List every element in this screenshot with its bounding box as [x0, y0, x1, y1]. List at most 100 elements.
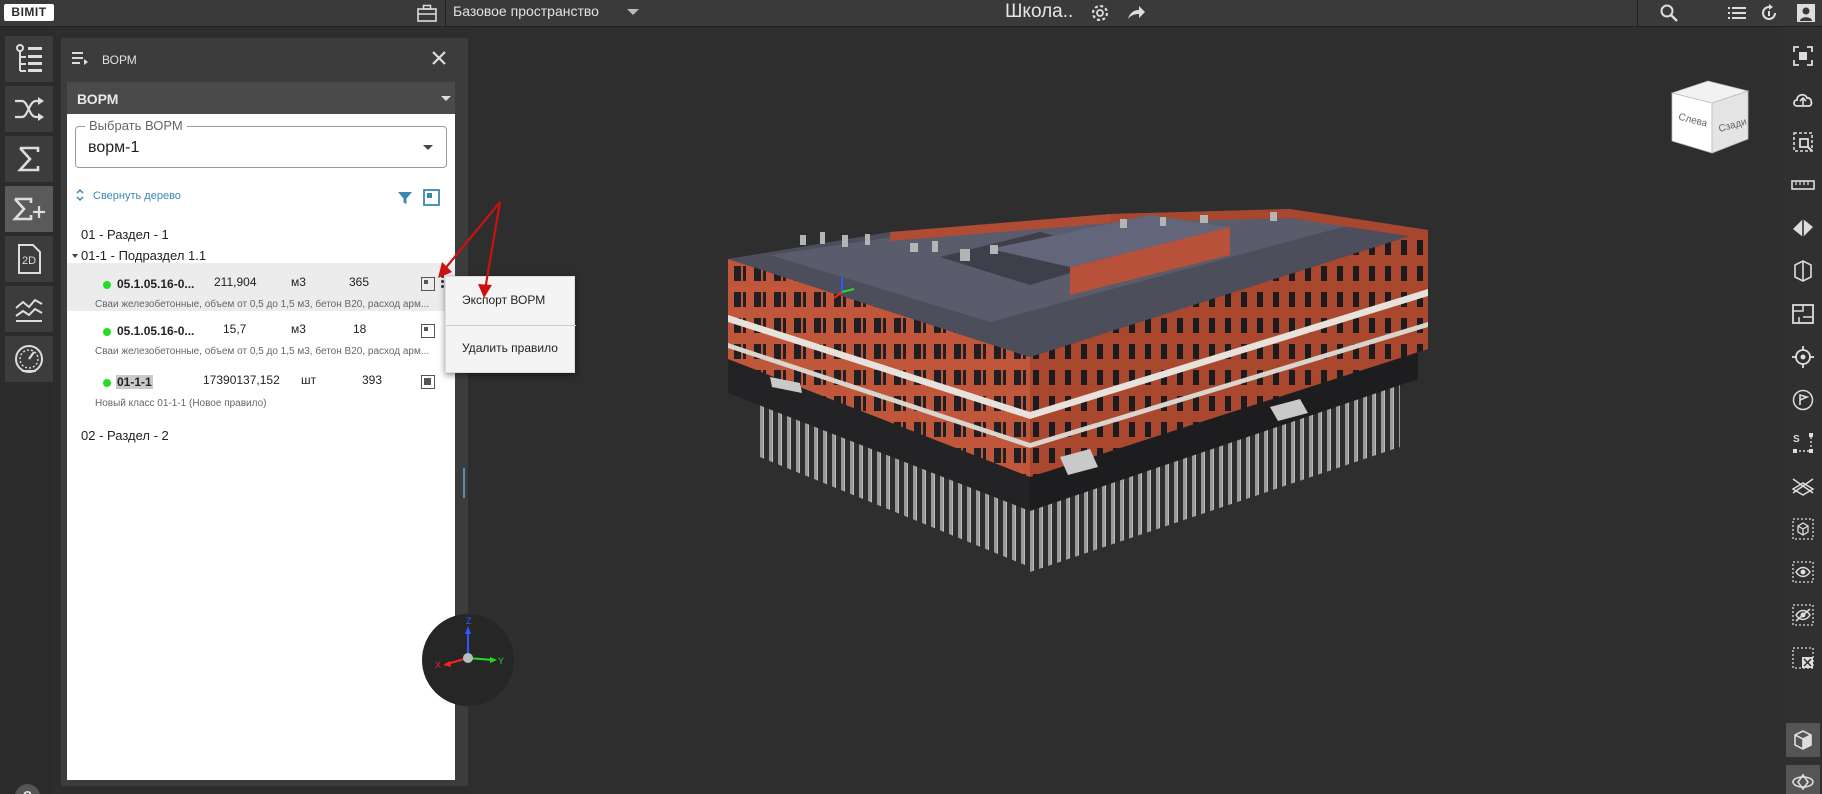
tree-section-1[interactable]: 01 - Раздел - 1: [81, 227, 169, 242]
3d-viewport[interactable]: Слева Сзади Z Y X: [422, 27, 1783, 794]
export-vorm-menu-item[interactable]: Экспорт ВОРМ: [462, 293, 545, 307]
floor-plan-button[interactable]: [1786, 297, 1820, 331]
axis-z-label: Z: [466, 616, 472, 626]
top-bar: BIMIT Базовое пространство Школа..: [0, 0, 1822, 27]
close-icon[interactable]: [430, 49, 448, 67]
project-title: Школа..: [1005, 1, 1074, 22]
help-button[interactable]: ?: [15, 784, 40, 794]
orbit-icon: [1792, 773, 1814, 791]
row-select-button[interactable]: [421, 277, 435, 291]
bimit-logo: BIMIT: [4, 4, 54, 21]
axis-x-label: X: [435, 660, 441, 670]
row-unit: шт: [301, 373, 317, 387]
clear-selection-button[interactable]: [1786, 641, 1820, 675]
row-description: Новый класс 01-1-1 (Новое правило): [95, 398, 267, 409]
fit-view-button[interactable]: [1786, 39, 1820, 73]
2d-view-button[interactable]: 2D: [5, 236, 53, 282]
vorm-select[interactable]: Выбрать ВОРМ ворм-1: [75, 118, 447, 168]
panel-resize-handle[interactable]: [463, 468, 465, 498]
cut-plane-icon: [1791, 478, 1815, 496]
row-unit: м3: [291, 322, 306, 336]
building-model[interactable]: [728, 209, 1428, 572]
zoom-window-button[interactable]: [1786, 125, 1820, 159]
caret-down-icon[interactable]: [71, 252, 79, 260]
row-qty: 15,7: [223, 322, 247, 336]
gauge-icon: [15, 345, 43, 373]
right-tool-rail: S: [1783, 27, 1822, 794]
section-title: ВОРМ: [77, 91, 119, 107]
cube-dashed-icon: [1792, 518, 1814, 540]
delete-rule-menu-item[interactable]: Удалить правило: [462, 341, 558, 355]
select-frame-icon[interactable]: [423, 189, 440, 206]
chevron-down-icon[interactable]: [627, 9, 639, 15]
svg-text:S: S: [1793, 434, 1800, 445]
orbit-button[interactable]: [1786, 765, 1820, 794]
user-icon[interactable]: [1794, 2, 1818, 24]
flag-button[interactable]: [1786, 383, 1820, 417]
ruler-button[interactable]: [1786, 168, 1820, 202]
eye-icon: [1792, 561, 1814, 583]
share-icon[interactable]: [1124, 2, 1148, 24]
show-button[interactable]: [1786, 555, 1820, 589]
sum-button[interactable]: [5, 136, 53, 182]
axis-gizmo[interactable]: Z Y X: [420, 612, 516, 708]
panel-title: ВОРМ: [102, 53, 137, 67]
space-select[interactable]: Базовое пространство: [453, 3, 599, 19]
measure-points-button[interactable]: S: [1786, 426, 1820, 460]
filter-icon[interactable]: [397, 190, 413, 206]
ruler-icon: [1791, 180, 1815, 190]
sigma-plus-icon: [12, 197, 45, 221]
section-plane-button[interactable]: [1786, 211, 1820, 245]
row-context-menu: Экспорт ВОРМ Удалить правило: [445, 276, 576, 373]
flag-icon: [1792, 389, 1814, 411]
eye-off-icon: [1792, 604, 1814, 626]
sync-icon[interactable]: [1757, 2, 1781, 24]
list-icon[interactable]: [1725, 2, 1749, 24]
row-count: 18: [353, 322, 367, 336]
sum-plus-button[interactable]: [5, 186, 53, 232]
status-dot: [103, 281, 111, 289]
focus-frame-icon: [1793, 46, 1813, 66]
chevron-down-icon[interactable]: [441, 96, 451, 101]
row-count: 393: [362, 373, 383, 387]
row-select-button[interactable]: [421, 324, 435, 338]
section-box-button[interactable]: [1786, 254, 1820, 288]
view-cube[interactable]: Слева Сзади: [1670, 77, 1752, 159]
row-code: 05.1.05.16-0...: [117, 324, 195, 338]
cube-icon: [1794, 730, 1812, 750]
row-unit: м3: [291, 275, 306, 289]
cloud-upload-button[interactable]: [1786, 82, 1820, 116]
search-icon[interactable]: [1657, 2, 1681, 24]
gauge-button[interactable]: [5, 336, 53, 382]
zoom-window-icon: [1793, 132, 1813, 152]
status-dot: [103, 379, 111, 387]
shuffle-icon: [15, 97, 44, 121]
crosshair-icon: [1792, 346, 1814, 368]
chevron-down-icon[interactable]: [423, 145, 433, 150]
tree-structure-button[interactable]: [5, 36, 53, 82]
row-description: Сваи железобетонные, объем от 0,5 до 1,5…: [95, 299, 430, 310]
isolate-button[interactable]: [1786, 512, 1820, 546]
collapse-arrows-icon: [76, 188, 84, 202]
menu-list-icon[interactable]: [71, 50, 89, 66]
tree-subsection[interactable]: 01-1 - Подраздел 1.1: [81, 248, 206, 263]
axis-y-label: Y: [498, 656, 504, 666]
shuffle-button[interactable]: [5, 86, 53, 132]
row-select-button[interactable]: [421, 375, 435, 389]
floor-plan-icon: [1792, 304, 1814, 324]
sigma-icon: [17, 146, 40, 172]
3d-view-button[interactable]: [1786, 723, 1820, 757]
briefcase-icon[interactable]: [415, 2, 439, 24]
tree-section-2[interactable]: 02 - Раздел - 2: [81, 428, 169, 443]
vorm-panel: ВОРМ ВОРМ Выбрать ВОРМ ворм-1 Свернуть д…: [61, 38, 468, 786]
chart-lines-button[interactable]: [5, 286, 53, 332]
panel-header: ВОРМ: [61, 38, 468, 82]
vorm-section-header[interactable]: ВОРМ: [67, 82, 455, 114]
close-box-icon: [1792, 647, 1814, 669]
hide-button[interactable]: [1786, 598, 1820, 632]
locate-button[interactable]: [1786, 340, 1820, 374]
svg-text:2D: 2D: [22, 255, 36, 267]
line-chart-icon: [15, 298, 43, 322]
gear-icon[interactable]: [1088, 2, 1112, 24]
cut-plane-button[interactable]: [1786, 469, 1820, 503]
